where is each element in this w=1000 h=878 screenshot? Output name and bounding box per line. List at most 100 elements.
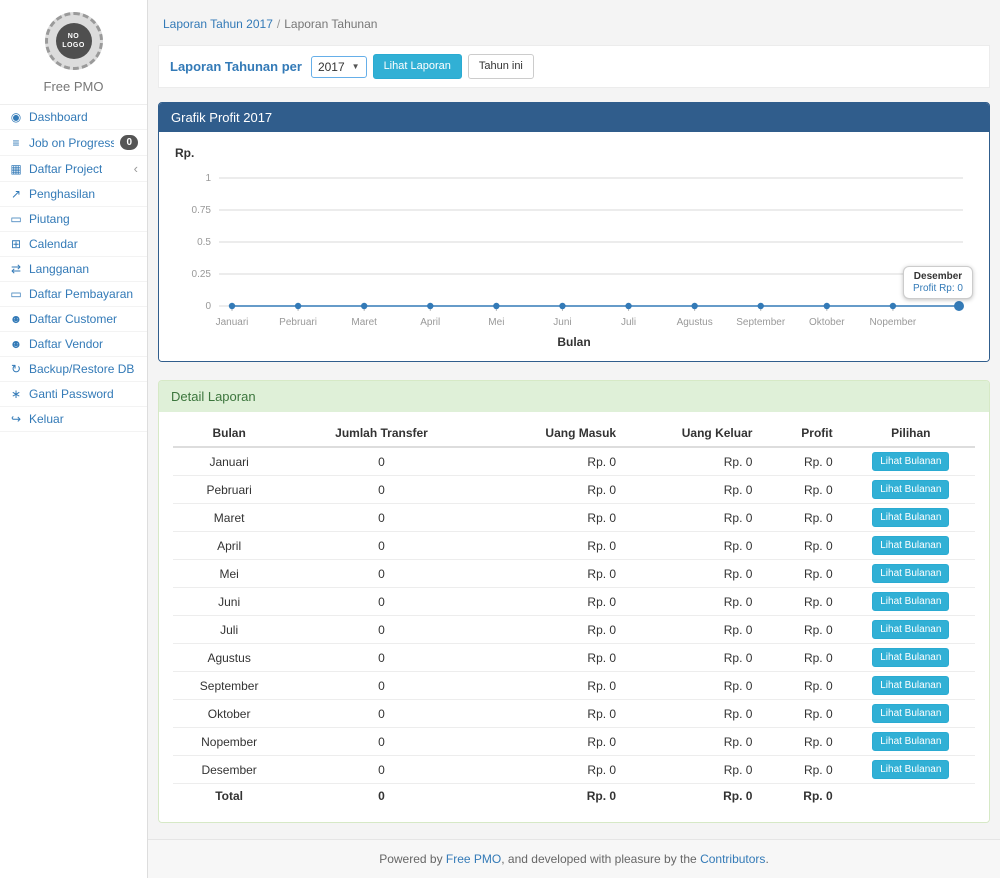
lihat-bulanan-button[interactable]: Lihat Bulanan: [872, 536, 949, 555]
sidebar-item-backup-restore-db[interactable]: ↻ Backup/Restore DB: [0, 357, 147, 382]
chart-panel-body: Rp. 00.250.50.751JanuariPebruariMaretApr…: [159, 132, 989, 361]
cell-jumlah-transfer: 0: [285, 700, 477, 728]
breadcrumb-link-laporan-tahun[interactable]: Laporan Tahun 2017: [163, 17, 273, 31]
sidebar-item-daftar-vendor[interactable]: ☻Daftar Vendor: [0, 332, 147, 357]
cell-uang-masuk: Rp. 0: [478, 588, 630, 616]
cell-profit: Rp. 0: [766, 504, 846, 532]
cell-jumlah-transfer: 0: [285, 504, 477, 532]
col-uang-masuk: Uang Masuk: [478, 420, 630, 447]
tahun-ini-button[interactable]: Tahun ini: [468, 54, 534, 79]
table-row: September0Rp. 0Rp. 0Rp. 0Lihat Bulanan: [173, 672, 975, 700]
lihat-bulanan-button[interactable]: Lihat Bulanan: [872, 620, 949, 639]
lihat-bulanan-button[interactable]: Lihat Bulanan: [872, 760, 949, 779]
contributors-link[interactable]: Contributors: [700, 852, 765, 866]
cell-jumlah-transfer: 0: [285, 447, 477, 476]
sidebar-item-daftar-project[interactable]: ▦Daftar Project‹: [0, 156, 147, 182]
cell-pilihan: Lihat Bulanan: [847, 728, 975, 756]
sidebar-item-job-on-progress[interactable]: ≡Job on Progress0: [0, 130, 147, 156]
lihat-bulanan-button[interactable]: Lihat Bulanan: [872, 508, 949, 527]
sidebar-item-daftar-customer[interactable]: ☻Daftar Customer: [0, 307, 147, 332]
cell-bulan: Nopember: [173, 728, 285, 756]
breadcrumb-current: Laporan Tahunan: [284, 17, 377, 31]
lihat-bulanan-button[interactable]: Lihat Bulanan: [872, 480, 949, 499]
total-profit: Rp. 0: [766, 784, 846, 808]
sidebar-item-calendar[interactable]: ⊞ Calendar: [0, 232, 147, 257]
free-pmo-link[interactable]: Free PMO: [446, 852, 501, 866]
cell-pilihan: Lihat Bulanan: [847, 532, 975, 560]
table-header-row: Bulan Jumlah Transfer Uang Masuk Uang Ke…: [173, 420, 975, 447]
sidebar-item-label: Langganan: [29, 262, 89, 276]
refresh-icon: ↻: [9, 362, 23, 376]
lihat-bulanan-button[interactable]: Lihat Bulanan: [872, 704, 949, 723]
lihat-bulanan-button[interactable]: Lihat Bulanan: [872, 732, 949, 751]
sidebar-item-label: Penghasilan: [29, 187, 95, 201]
table-row: Januari0Rp. 0Rp. 0Rp. 0Lihat Bulanan: [173, 447, 975, 476]
cell-profit: Rp. 0: [766, 447, 846, 476]
sidebar-item-label: Keluar: [29, 412, 64, 426]
sidebar-item-label: Daftar Pembayaran: [29, 287, 133, 301]
col-jumlah-transfer: Jumlah Transfer: [285, 420, 477, 447]
lihat-bulanan-button[interactable]: Lihat Bulanan: [872, 592, 949, 611]
tooltip-profit: Profit Rp: 0: [913, 283, 963, 294]
report-table: Bulan Jumlah Transfer Uang Masuk Uang Ke…: [173, 420, 975, 808]
total-jumlah-transfer: 0: [285, 784, 477, 808]
cell-uang-keluar: Rp. 0: [630, 644, 766, 672]
cell-bulan: Desember: [173, 756, 285, 784]
lihat-bulanan-button[interactable]: Lihat Bulanan: [872, 452, 949, 471]
logo-line2: LOGO: [62, 41, 85, 50]
cell-jumlah-transfer: 0: [285, 644, 477, 672]
calendar-icon: ⊞: [9, 237, 23, 251]
cell-profit: Rp. 0: [766, 476, 846, 504]
detail-panel-body: Bulan Jumlah Transfer Uang Masuk Uang Ke…: [159, 412, 989, 822]
svg-text:0.25: 0.25: [192, 269, 212, 280]
chart-tooltip: Desember Profit Rp: 0: [903, 266, 973, 299]
app-window: NOLOGO Free PMO ◉Dashboard≡Job on Progre…: [0, 0, 1000, 878]
cell-jumlah-transfer: 0: [285, 560, 477, 588]
lihat-bulanan-button[interactable]: Lihat Bulanan: [872, 676, 949, 695]
cell-pilihan: Lihat Bulanan: [847, 560, 975, 588]
sidebar-item-langganan[interactable]: ⇄ Langganan: [0, 257, 147, 282]
cell-bulan: April: [173, 532, 285, 560]
table-row: Mei0Rp. 0Rp. 0Rp. 0Lihat Bulanan: [173, 560, 975, 588]
brand-box: NOLOGO Free PMO: [0, 0, 147, 105]
sidebar-item-label: Calendar: [29, 237, 78, 251]
chevron-left-icon: ‹: [134, 161, 138, 176]
cell-uang-keluar: Rp. 0: [630, 504, 766, 532]
exchange-icon: ⇄: [9, 262, 23, 276]
sidebar-item-daftar-pembayaran[interactable]: ▭Daftar Pembayaran: [0, 282, 147, 307]
cell-profit: Rp. 0: [766, 672, 846, 700]
lihat-bulanan-button[interactable]: Lihat Bulanan: [872, 564, 949, 583]
table-row: Juli0Rp. 0Rp. 0Rp. 0Lihat Bulanan: [173, 616, 975, 644]
sidebar-item-dashboard[interactable]: ◉Dashboard: [0, 105, 147, 130]
password-icon: ∗: [9, 387, 23, 401]
year-select[interactable]: 2017 ▼: [311, 56, 367, 78]
credit-card-icon: ▭: [9, 212, 23, 226]
table-row: Maret0Rp. 0Rp. 0Rp. 0Lihat Bulanan: [173, 504, 975, 532]
sidebar: NOLOGO Free PMO ◉Dashboard≡Job on Progre…: [0, 0, 148, 878]
cell-profit: Rp. 0: [766, 700, 846, 728]
footer-text: Powered by: [379, 852, 446, 866]
chart-panel-title: Grafik Profit 2017: [159, 103, 989, 132]
lihat-bulanan-button[interactable]: Lihat Bulanan: [872, 648, 949, 667]
svg-text:Juli: Juli: [621, 317, 636, 328]
svg-text:September: September: [736, 317, 786, 328]
job-count-badge: 0: [120, 135, 138, 150]
cell-pilihan: Lihat Bulanan: [847, 447, 975, 476]
cell-uang-keluar: Rp. 0: [630, 476, 766, 504]
sidebar-item-penghasilan[interactable]: ↗Penghasilan: [0, 182, 147, 207]
svg-text:Maret: Maret: [351, 317, 377, 328]
svg-text:Pebruari: Pebruari: [279, 317, 317, 328]
breadcrumb-separator: /: [277, 17, 280, 31]
svg-text:1: 1: [205, 173, 211, 184]
table-row: Pebruari0Rp. 0Rp. 0Rp. 0Lihat Bulanan: [173, 476, 975, 504]
sidebar-item-ganti-password[interactable]: ∗Ganti Password: [0, 382, 147, 407]
svg-text:0.75: 0.75: [192, 205, 212, 216]
sidebar-item-keluar[interactable]: ↪ Keluar: [0, 407, 147, 432]
cell-pilihan: Lihat Bulanan: [847, 756, 975, 784]
sidebar-item-label: Backup/Restore DB: [29, 362, 134, 376]
sign-out-icon: ↪: [9, 412, 23, 426]
svg-text:April: April: [420, 317, 440, 328]
sidebar-item-piutang[interactable]: ▭Piutang: [0, 207, 147, 232]
cell-bulan: Juli: [173, 616, 285, 644]
lihat-laporan-button[interactable]: Lihat Laporan: [373, 54, 462, 79]
